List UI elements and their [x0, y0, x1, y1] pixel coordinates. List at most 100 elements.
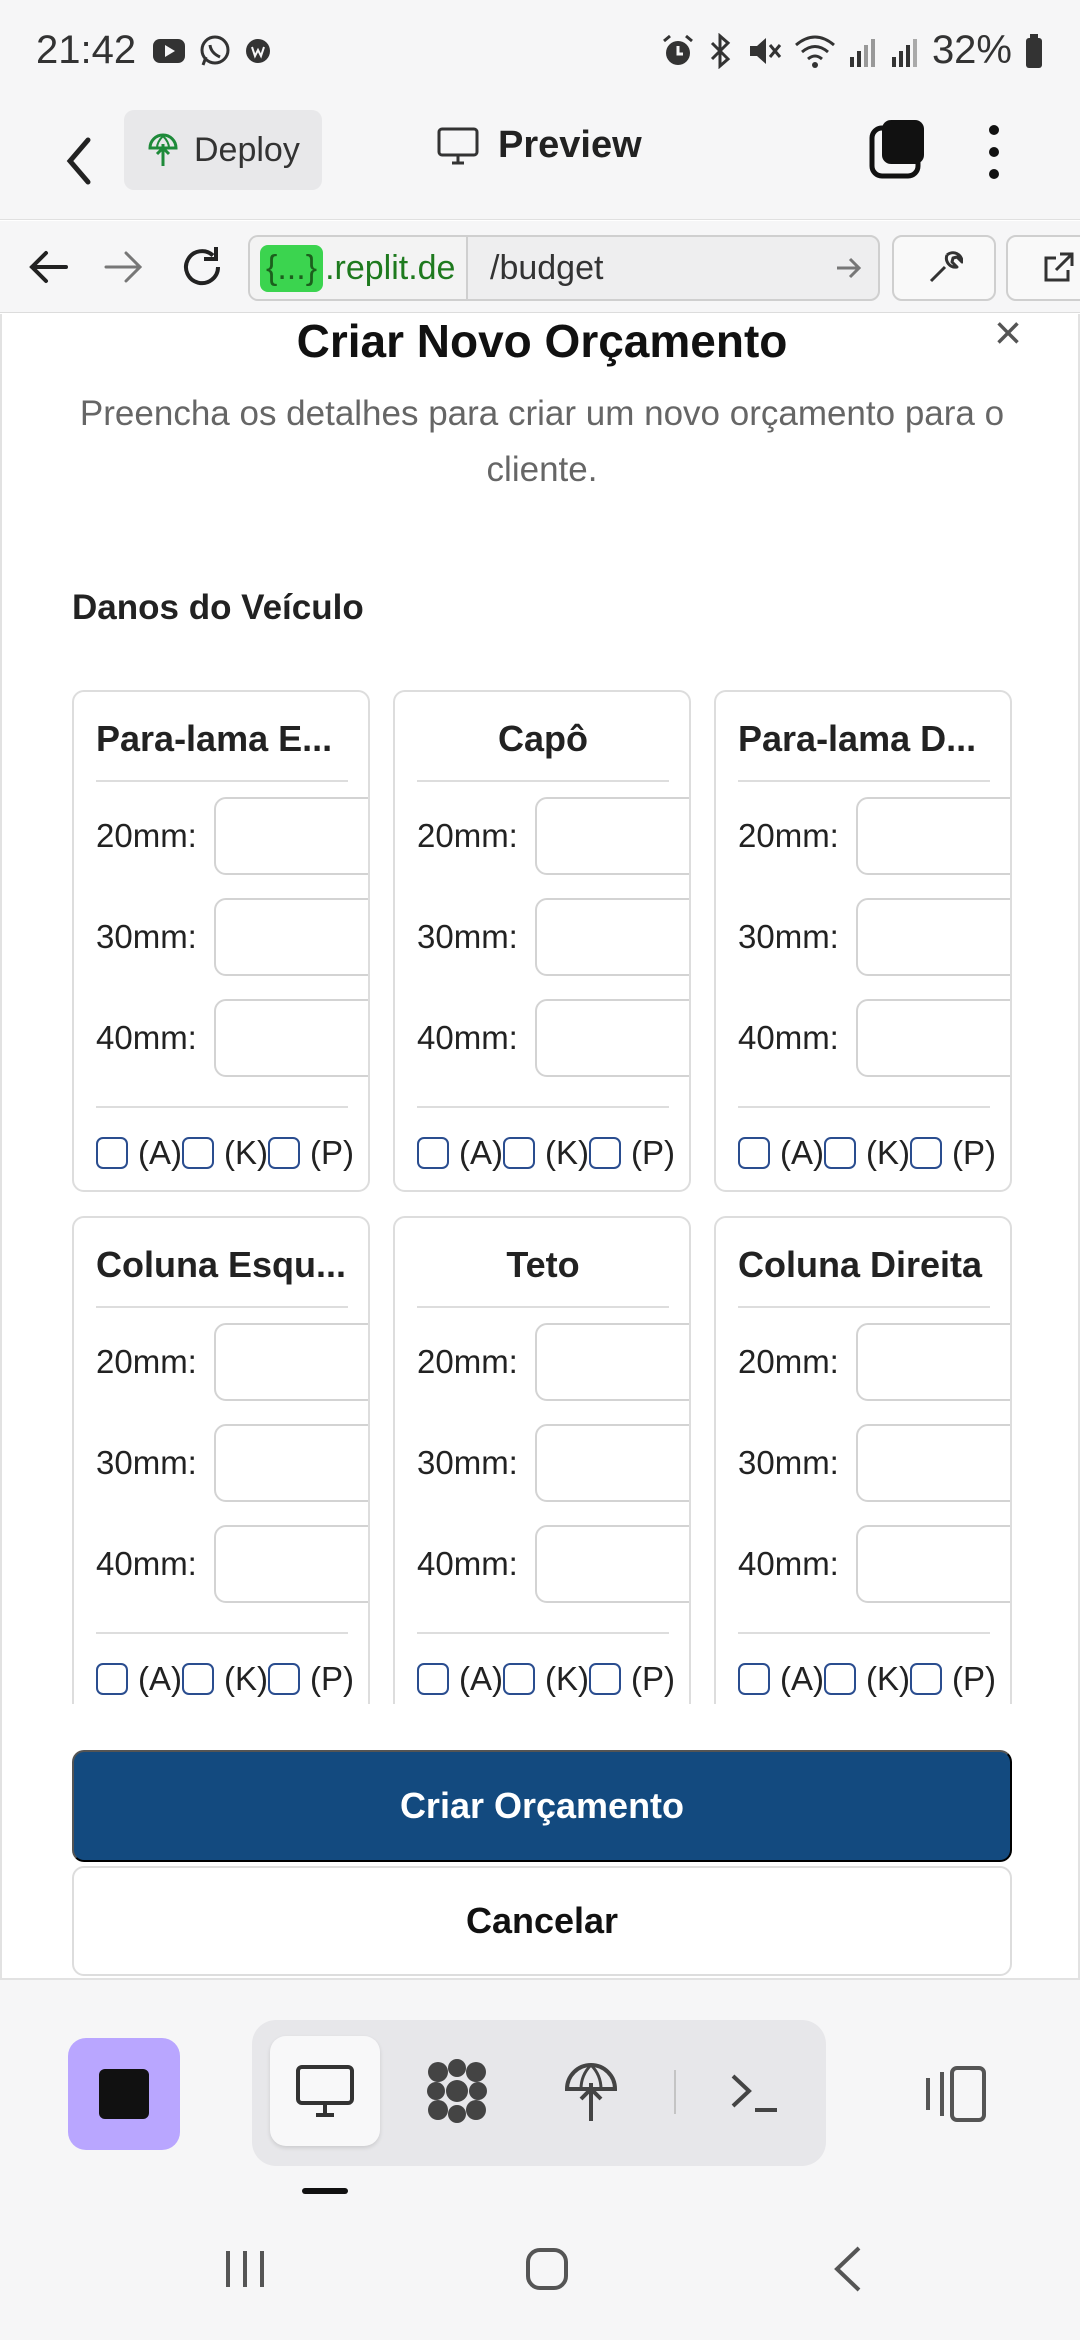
checkbox[interactable]: [738, 1137, 770, 1169]
mm-input[interactable]: [214, 999, 368, 1077]
option-k[interactable]: (K): [182, 1660, 268, 1698]
notification-icons: [152, 34, 272, 68]
browser-forward-icon[interactable]: [98, 241, 150, 293]
mm-label: 40mm:: [96, 1019, 197, 1056]
option-p[interactable]: (P): [589, 1660, 675, 1698]
mm-row: 40mm:: [417, 998, 689, 1078]
option-p[interactable]: (P): [910, 1660, 996, 1698]
mm-input[interactable]: [856, 1424, 1010, 1502]
option-a[interactable]: (A): [96, 1134, 182, 1172]
option-k[interactable]: (K): [824, 1134, 910, 1172]
mm-input[interactable]: [214, 898, 368, 976]
system-back-icon: [834, 2246, 861, 2292]
mm-input[interactable]: [856, 1525, 1010, 1603]
mm-input[interactable]: [856, 1323, 1010, 1401]
recent-apps-button[interactable]: [210, 2234, 280, 2304]
url-field[interactable]: {...} .replit.de /budget: [248, 235, 880, 301]
damage-options: (A) (K) (P): [738, 1660, 996, 1698]
cancel-button[interactable]: Cancelar: [72, 1866, 1012, 1976]
console-tool[interactable]: [700, 2036, 810, 2146]
checkbox[interactable]: [910, 1663, 942, 1695]
create-budget-button[interactable]: Criar Orçamento: [72, 1750, 1012, 1862]
option-p[interactable]: (P): [910, 1134, 996, 1172]
checkbox[interactable]: [268, 1137, 300, 1169]
devtools-button[interactable]: [892, 235, 996, 301]
option-a[interactable]: (A): [417, 1134, 503, 1172]
option-k[interactable]: (K): [824, 1660, 910, 1698]
option-a[interactable]: (A): [96, 1660, 182, 1698]
option-label: (K): [866, 1134, 910, 1171]
option-k[interactable]: (K): [503, 1660, 589, 1698]
app-icon: [246, 39, 270, 63]
option-label: (P): [952, 1660, 996, 1697]
layout-toggle-button[interactable]: [920, 2044, 992, 2144]
mm-input[interactable]: [535, 1424, 689, 1502]
deploy-button[interactable]: Deploy: [124, 110, 322, 190]
checkbox[interactable]: [503, 1137, 535, 1169]
whatsapp-icon: [200, 35, 230, 66]
system-back-button[interactable]: [814, 2234, 884, 2304]
option-label: (A): [138, 1134, 182, 1171]
back-arrow-icon[interactable]: [52, 126, 112, 196]
checkbox[interactable]: [417, 1663, 449, 1695]
damage-cards-grid[interactable]: Para-lama E... 20mm: 30mm: 40mm: (A) (K)…: [72, 690, 1012, 1704]
checkbox[interactable]: [96, 1663, 128, 1695]
checkbox[interactable]: [738, 1663, 770, 1695]
more-vert-icon[interactable]: [980, 120, 1008, 184]
checkbox[interactable]: [96, 1137, 128, 1169]
option-k[interactable]: (K): [182, 1134, 268, 1172]
deploy-tool[interactable]: [536, 2036, 646, 2146]
tool-group: [252, 2020, 826, 2166]
checkbox[interactable]: [182, 1663, 214, 1695]
checkbox[interactable]: [503, 1663, 535, 1695]
option-label: (K): [224, 1660, 268, 1697]
checkbox[interactable]: [182, 1137, 214, 1169]
checkbox[interactable]: [417, 1137, 449, 1169]
mm-input[interactable]: [214, 797, 368, 875]
mm-input[interactable]: [214, 1525, 368, 1603]
option-p[interactable]: (P): [268, 1134, 354, 1172]
mm-row: 20mm:: [96, 796, 368, 876]
mm-input[interactable]: [856, 797, 1010, 875]
preview-title: Preview: [436, 124, 642, 167]
mm-label: 40mm:: [96, 1545, 197, 1582]
checkbox[interactable]: [589, 1663, 621, 1695]
mm-input[interactable]: [535, 999, 689, 1077]
mm-input[interactable]: [535, 1525, 689, 1603]
option-a[interactable]: (A): [417, 1660, 503, 1698]
url-go[interactable]: [818, 251, 878, 285]
option-label: (P): [631, 1134, 675, 1171]
option-p[interactable]: (P): [589, 1134, 675, 1172]
checkbox[interactable]: [268, 1663, 300, 1695]
mm-label: 20mm:: [96, 1343, 197, 1380]
mm-input[interactable]: [856, 898, 1010, 976]
checkbox[interactable]: [824, 1663, 856, 1695]
mm-input[interactable]: [535, 797, 689, 875]
option-k[interactable]: (K): [503, 1134, 589, 1172]
mm-input[interactable]: [214, 1323, 368, 1401]
checkbox[interactable]: [824, 1137, 856, 1169]
option-p[interactable]: (P): [268, 1660, 354, 1698]
option-a[interactable]: (A): [738, 1660, 824, 1698]
tabs-icon[interactable]: [868, 118, 928, 182]
mm-input[interactable]: [856, 999, 1010, 1077]
agent-tool[interactable]: [402, 2036, 512, 2146]
mm-input[interactable]: [535, 898, 689, 976]
option-label: (P): [631, 1660, 675, 1697]
mm-input[interactable]: [535, 1323, 689, 1401]
open-external-button[interactable]: [1006, 235, 1080, 301]
browser-url-bar: {...} .replit.de /budget: [0, 221, 1080, 313]
tool-separator: [674, 2070, 676, 2114]
checkbox[interactable]: [589, 1137, 621, 1169]
mm-input[interactable]: [214, 1424, 368, 1502]
browser-back-icon[interactable]: [22, 241, 74, 293]
option-a[interactable]: (A): [738, 1134, 824, 1172]
mm-row: 30mm:: [417, 1423, 689, 1503]
home-button[interactable]: [512, 2234, 582, 2304]
damage-options: (A) (K) (P): [96, 1134, 354, 1172]
reload-icon[interactable]: [176, 241, 228, 293]
checkbox[interactable]: [910, 1137, 942, 1169]
modal-title: Criar Novo Orçamento: [296, 315, 788, 367]
stop-button[interactable]: [68, 2038, 180, 2150]
preview-tool[interactable]: [270, 2036, 380, 2146]
